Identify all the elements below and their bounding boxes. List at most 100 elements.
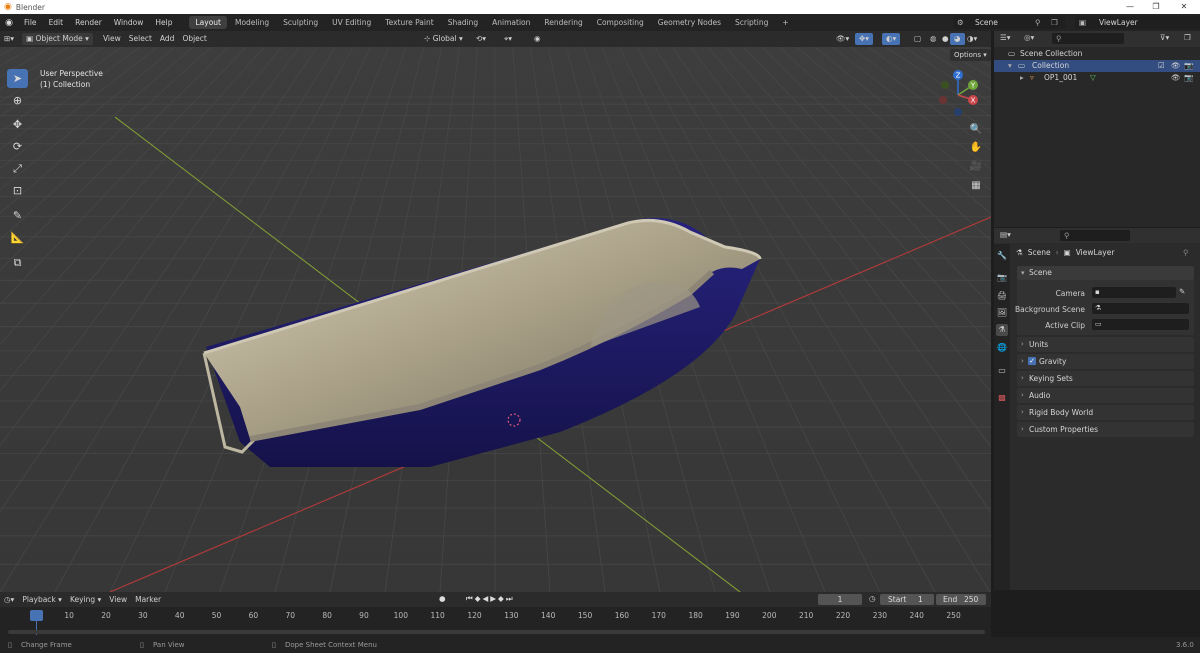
eye-icon[interactable]: 👁 [1171, 72, 1181, 84]
record-icon[interactable]: ● [439, 594, 446, 603]
render-tab-icon[interactable]: 📷 [996, 272, 1008, 284]
snap-icon[interactable]: ⌖▾ [500, 33, 516, 45]
tab-uv-editing[interactable]: UV Editing [326, 16, 377, 29]
editor-type-icon[interactable]: ⊞▾ [0, 33, 18, 45]
current-frame-field[interactable]: 1 [818, 594, 862, 605]
pan-hand-icon[interactable]: ✋ [968, 140, 984, 156]
blender-menu-icon[interactable]: ◉ [0, 18, 18, 28]
display-mode-icon[interactable]: ◎▾ [1024, 33, 1034, 42]
panel-keying-sets[interactable]: › Keying Sets [1017, 371, 1194, 386]
clock-icon[interactable]: ◷ [869, 594, 876, 603]
rotate-tool-icon[interactable]: ⟳ [7, 137, 28, 156]
scale-tool-icon[interactable]: ⤢ [7, 159, 28, 178]
menu-keying[interactable]: Keying ▾ [66, 594, 105, 606]
tab-shading[interactable]: Shading [442, 16, 484, 29]
new-collection-icon[interactable]: ❐ [1184, 33, 1191, 42]
tab-geometry-nodes[interactable]: Geometry Nodes [652, 16, 727, 29]
playback-controls[interactable]: ⏮◆◀▶◆⏭ [466, 594, 515, 604]
options-button[interactable]: Options ▾ [950, 49, 991, 61]
outliner-editor-icon[interactable]: ☰▾ [1000, 33, 1011, 42]
gravity-checkbox[interactable]: ✓ [1028, 357, 1036, 365]
overlay-toggle-icon[interactable]: ◐▾ [882, 33, 901, 45]
menu-edit[interactable]: Edit [43, 14, 70, 31]
visibility-icon[interactable]: 👁▾ [832, 33, 853, 45]
outliner-row-scene-collection[interactable]: ▭ Scene Collection [994, 48, 1200, 60]
minimize-button[interactable]: — [1116, 0, 1144, 14]
tab-texture-paint[interactable]: Texture Paint [379, 16, 439, 29]
move-tool-icon[interactable]: ✥ [7, 115, 28, 134]
menu-object[interactable]: Object [178, 33, 210, 45]
checkbox-icon[interactable]: ☑ [1158, 60, 1165, 72]
mode-selector[interactable]: ▣ Object Mode ▾ [22, 33, 93, 45]
camera-icon[interactable]: 📷 [1184, 72, 1193, 84]
outliner-search-input[interactable]: ⚲ [1052, 33, 1124, 44]
menu-view[interactable]: View [99, 33, 125, 45]
restore-button[interactable]: ❐ [1142, 0, 1170, 14]
menu-playback[interactable]: Playback ▾ [18, 594, 66, 606]
menu-add[interactable]: Add [156, 33, 179, 45]
eye-icon[interactable]: 👁 [1171, 60, 1181, 72]
tab-rendering[interactable]: Rendering [538, 16, 588, 29]
gizmo-toggle-icon[interactable]: ✥▾ [855, 33, 874, 45]
output-tab-icon[interactable]: 🖨 [996, 290, 1008, 302]
annotate-tool-icon[interactable]: ✎ [7, 206, 28, 225]
tab-sculpting[interactable]: Sculpting [277, 16, 324, 29]
pivot-icon[interactable]: ⟲▾ [472, 33, 490, 45]
tab-animation[interactable]: Animation [486, 16, 536, 29]
new-scene-icon[interactable]: ❐ [1051, 16, 1058, 29]
menu-help[interactable]: Help [149, 14, 178, 31]
add-cube-tool-icon[interactable]: ⧉ [7, 253, 28, 272]
panel-custom-properties[interactable]: › Custom Properties [1017, 422, 1194, 437]
menu-render[interactable]: Render [69, 14, 108, 31]
timeline-scrollbar[interactable] [8, 630, 985, 634]
background-scene-field[interactable]: ⚗ [1092, 303, 1189, 314]
panel-gravity[interactable]: › ✓ Gravity [1017, 354, 1194, 369]
start-frame-field[interactable]: Start 1 [880, 594, 934, 605]
outliner-row-object[interactable]: ▸ ▿ OP1_001 ▽ 👁 📷 [994, 72, 1200, 84]
close-button[interactable]: ✕ [1170, 0, 1198, 14]
cursor-tool-icon[interactable]: ⊕ [7, 91, 28, 110]
tab-modeling[interactable]: Modeling [229, 16, 275, 29]
menu-timeline-view[interactable]: View [105, 594, 131, 606]
active-clip-field[interactable]: ▭ [1092, 319, 1189, 330]
pin-icon[interactable]: ⚲ [1183, 248, 1189, 257]
navigation-gizmo[interactable]: Z Y X [933, 67, 983, 121]
proportional-edit-icon[interactable]: ◉ [530, 33, 545, 45]
panel-rigid-body-world[interactable]: › Rigid Body World [1017, 405, 1194, 420]
camera-icon[interactable]: 📷 [1184, 60, 1193, 72]
panel-audio[interactable]: › Audio [1017, 388, 1194, 403]
tab-layout[interactable]: Layout [189, 16, 227, 29]
view-layer-selector[interactable]: ▣ ViewLayer [1075, 16, 1200, 29]
properties-search-input[interactable]: ⚲ [1060, 230, 1130, 241]
view-layer-tab-icon[interactable]: 🖼 [996, 307, 1008, 319]
select-box-tool-icon[interactable]: ➤ [7, 69, 28, 88]
expand-chevron-icon[interactable]: ▸ [1020, 72, 1024, 84]
collection-tab-icon[interactable]: ▭ [996, 365, 1008, 377]
panel-scene-header[interactable]: ▾ Scene [1017, 266, 1194, 280]
scene-selector[interactable]: ⚙ Scene ⚲ ❐ [953, 16, 1065, 29]
transform-tool-icon[interactable]: ⊡ [7, 181, 28, 200]
panel-units[interactable]: › Units [1017, 337, 1194, 352]
transform-orientation[interactable]: ⊹ Global ▾ [420, 33, 467, 45]
add-workspace-button[interactable]: + [776, 16, 794, 29]
tool-tab-icon[interactable]: 🔧 [996, 250, 1008, 262]
camera-field[interactable]: ▪ [1092, 287, 1176, 298]
properties-editor-icon[interactable]: ▤▾ [1000, 230, 1011, 239]
shading-rendered-icon[interactable]: ◑▾ [963, 33, 981, 45]
pin-icon[interactable]: ⚲ [1035, 16, 1041, 29]
scene-tab-icon[interactable]: ⚗ [996, 324, 1008, 336]
timeline-editor-icon[interactable]: ◷▾ [0, 594, 18, 606]
measure-tool-icon[interactable]: 📐 [7, 228, 28, 247]
filter-icon[interactable]: ⊽▾ [1160, 33, 1169, 42]
zoom-icon[interactable]: 🔍 [968, 122, 984, 138]
menu-file[interactable]: File [18, 14, 43, 31]
menu-marker[interactable]: Marker [131, 594, 165, 606]
tab-scripting[interactable]: Scripting [729, 16, 774, 29]
eyedropper-icon[interactable]: ✎ [1179, 287, 1185, 296]
tab-compositing[interactable]: Compositing [591, 16, 650, 29]
menu-select[interactable]: Select [125, 33, 156, 45]
menu-window[interactable]: Window [108, 14, 150, 31]
perspective-toggle-icon[interactable]: ▦ [968, 178, 984, 194]
world-tab-icon[interactable]: 🌐 [996, 342, 1008, 354]
expand-chevron-icon[interactable]: ▾ [1008, 60, 1012, 72]
